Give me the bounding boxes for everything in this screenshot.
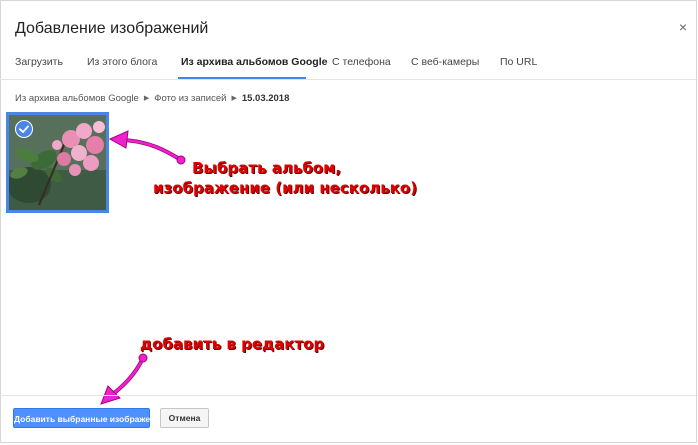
annotation-select-line1: Выбрать альбом, bbox=[192, 159, 342, 177]
dialog-title: Добавление изображений bbox=[15, 20, 209, 37]
image-thumbnail[interactable] bbox=[6, 112, 109, 213]
tab-bar: Загрузить Из этого блога Из архива альбо… bbox=[0, 52, 698, 80]
tab-this-blog[interactable]: Из этого блога bbox=[87, 56, 157, 68]
chevron-right-icon: ▶ bbox=[143, 95, 150, 102]
tab-phone[interactable]: С телефона bbox=[332, 56, 391, 68]
check-icon[interactable] bbox=[15, 120, 33, 138]
tab-google-albums[interactable]: Из архива альбомов Google bbox=[181, 56, 327, 68]
breadcrumb-item-date: 15.03.2018 bbox=[241, 93, 290, 104]
tab-url[interactable]: По URL bbox=[500, 56, 537, 68]
add-selected-images-button[interactable]: Добавить выбранные изображения bbox=[13, 408, 165, 428]
close-icon[interactable]: × bbox=[679, 19, 687, 35]
breadcrumb: Из архива альбомов Google ▶ Фото из записе… bbox=[15, 93, 289, 104]
tab-upload[interactable]: Загрузить bbox=[15, 56, 63, 68]
cancel-button[interactable]: Отмена bbox=[160, 408, 209, 428]
annotation-add-to-editor: добавить в редактор bbox=[140, 335, 325, 353]
chevron-right-icon: ▶ bbox=[231, 95, 237, 102]
annotation-select-line2: изображение (или несколько) bbox=[153, 179, 418, 197]
breadcrumb-item-archive[interactable]: Из архива альбомов Google bbox=[15, 93, 139, 104]
active-tab-indicator bbox=[178, 77, 306, 79]
tab-webcam[interactable]: С веб-камеры bbox=[411, 56, 479, 68]
breadcrumb-item-post-photos[interactable]: Фото из записей bbox=[154, 93, 226, 104]
